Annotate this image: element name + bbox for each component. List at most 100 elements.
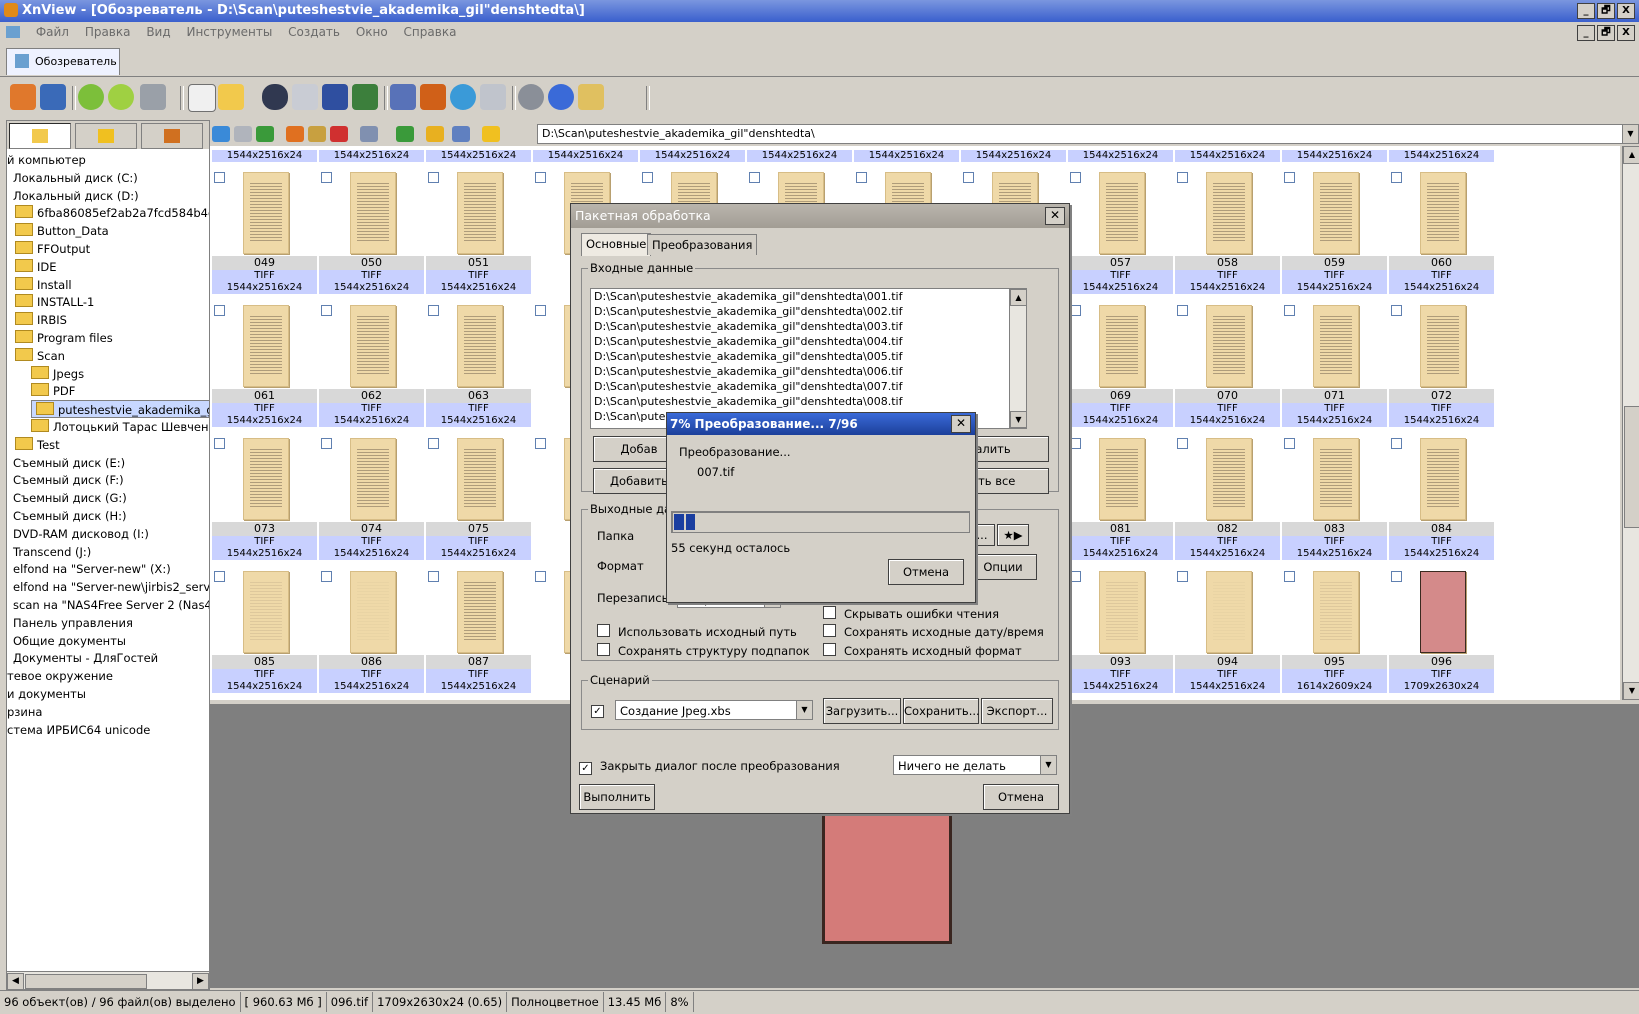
mdi-restore-button[interactable]: 🗗 bbox=[1597, 25, 1615, 41]
thumb-checkbox[interactable] bbox=[428, 571, 439, 582]
edit-note-icon[interactable] bbox=[578, 84, 604, 110]
thumb-checkbox[interactable] bbox=[1177, 305, 1188, 316]
thumbnail-item[interactable]: 093 TIFF 1544x2516x24 bbox=[1068, 567, 1173, 700]
settings-gear-icon[interactable] bbox=[518, 84, 544, 110]
thumbnail-item[interactable]: 063 TIFF 1544x2516x24 bbox=[426, 301, 531, 434]
info-icon[interactable] bbox=[548, 84, 574, 110]
scroll-up-arrow-icon[interactable]: ▲ bbox=[1623, 146, 1639, 164]
thumb-checkbox[interactable] bbox=[1177, 172, 1188, 183]
thumbnail-item[interactable]: 069 TIFF 1544x2516x24 bbox=[1068, 301, 1173, 434]
thumbnail-item[interactable]: 084 TIFF 1544x2516x24 bbox=[1389, 434, 1494, 567]
menu-create[interactable]: Создать bbox=[288, 25, 340, 39]
tree-item[interactable]: elfond на "Server-new\jirbis2_server\h bbox=[13, 578, 209, 596]
thumbnail-item[interactable]: 096 TIFF 1709x2630x24 bbox=[1389, 567, 1494, 700]
thumb-checkbox[interactable] bbox=[1070, 571, 1081, 582]
thumb-checkbox[interactable] bbox=[214, 305, 225, 316]
cancel-button[interactable]: Отмена bbox=[983, 784, 1059, 810]
tree-item[interactable]: IDE bbox=[15, 258, 57, 276]
thumbnail-item[interactable]: 060 TIFF 1544x2516x24 bbox=[1389, 168, 1494, 301]
menu-file[interactable]: Файл bbox=[36, 25, 69, 39]
file-list-item[interactable]: D:\Scan\puteshestvie_akademika_gil"densh… bbox=[591, 319, 1026, 334]
options-button[interactable]: Опции bbox=[969, 554, 1037, 580]
tree-item[interactable]: INSTALL-1 bbox=[15, 293, 94, 311]
contact-sheet-icon[interactable] bbox=[480, 84, 506, 110]
menu-tools[interactable]: Инструменты bbox=[186, 25, 272, 39]
thumb-checkbox[interactable] bbox=[428, 172, 439, 183]
scroll-up-arrow-icon[interactable]: ▲ bbox=[1010, 289, 1027, 306]
thumb-checkbox[interactable] bbox=[642, 172, 653, 183]
thumb-checkbox[interactable] bbox=[214, 438, 225, 449]
run-button[interactable]: Выполнить bbox=[579, 784, 655, 810]
thumb-checkbox[interactable] bbox=[1284, 571, 1295, 582]
thumbnail-item[interactable]: 095 TIFF 1614x2609x24 bbox=[1282, 567, 1387, 700]
tree-item[interactable]: й компьютер bbox=[7, 151, 86, 169]
thumb-checkbox[interactable] bbox=[321, 571, 332, 582]
tree-item[interactable]: Scan bbox=[15, 347, 65, 365]
thumb-checkbox[interactable] bbox=[321, 438, 332, 449]
thumbnail-item[interactable]: 073 TIFF 1544x2516x24 bbox=[212, 434, 317, 567]
tree-item[interactable]: Локальный диск (D:) bbox=[13, 187, 139, 205]
thumbnail-item[interactable]: 086 TIFF 1544x2516x24 bbox=[319, 567, 424, 700]
hide-errors-checkbox[interactable]: Скрывать ошибки чтения bbox=[823, 606, 999, 621]
thumb-checkbox[interactable] bbox=[428, 305, 439, 316]
thumb-checkbox[interactable] bbox=[856, 172, 867, 183]
fullscreen-icon[interactable] bbox=[10, 84, 36, 110]
capture-icon[interactable] bbox=[390, 84, 416, 110]
thumbnail-item[interactable]: 049 TIFF 1544x2516x24 bbox=[212, 168, 317, 301]
folder-favorites-button[interactable]: ★▶ bbox=[997, 524, 1029, 546]
tree-item[interactable]: elfond на "Server-new" (X:) bbox=[13, 560, 171, 578]
sort-icon[interactable] bbox=[396, 126, 414, 142]
tab-favorites[interactable] bbox=[75, 123, 137, 149]
thumb-checkbox[interactable] bbox=[428, 438, 439, 449]
scroll-left-arrow-icon[interactable]: ◀ bbox=[7, 973, 24, 990]
thumbnail-item[interactable]: 085 TIFF 1544x2516x24 bbox=[212, 567, 317, 700]
tree-horizontal-scrollbar[interactable]: ◀ ▶ bbox=[7, 971, 209, 990]
thumb-checkbox[interactable] bbox=[321, 172, 332, 183]
up-folder-icon[interactable] bbox=[256, 126, 274, 142]
restore-button[interactable]: 🗗 bbox=[1597, 3, 1615, 19]
thumb-checkbox[interactable] bbox=[535, 305, 546, 316]
thumb-checkbox[interactable] bbox=[535, 571, 546, 582]
thumb-checkbox[interactable] bbox=[1284, 172, 1295, 183]
load-scenario-button[interactable]: Загрузить... bbox=[823, 698, 901, 724]
menu-window[interactable]: Окно bbox=[356, 25, 388, 39]
file-list-item[interactable]: D:\Scan\puteshestvie_akademika_gil"densh… bbox=[591, 304, 1026, 319]
tree-item[interactable]: Съемный диск (G:) bbox=[13, 489, 127, 507]
tree-item[interactable]: Лотоцький Тарас Шевченко bbox=[31, 418, 209, 436]
after-action-select[interactable]: Ничего не делать ▼ bbox=[893, 755, 1057, 775]
tree-item[interactable]: Test bbox=[15, 436, 60, 454]
tree-item[interactable]: Съемный диск (F:) bbox=[13, 471, 124, 489]
tree-item[interactable]: Install bbox=[15, 276, 72, 294]
thumb-checkbox[interactable] bbox=[1391, 438, 1402, 449]
thumbnail-item[interactable]: 057 TIFF 1544x2516x24 bbox=[1068, 168, 1173, 301]
progress-close-icon[interactable]: ✕ bbox=[951, 415, 971, 433]
tree-item[interactable]: puteshestvie_akademika_gil"de bbox=[31, 400, 209, 419]
rotate-left-icon[interactable] bbox=[78, 84, 104, 110]
new-folder-icon[interactable] bbox=[286, 126, 304, 142]
scroll-thumb[interactable] bbox=[25, 974, 147, 989]
thumbnail-item[interactable]: 087 TIFF 1544x2516x24 bbox=[426, 567, 531, 700]
rename-icon[interactable] bbox=[308, 126, 326, 142]
grid-scroll-thumb[interactable] bbox=[1624, 406, 1639, 528]
thumb-checkbox[interactable] bbox=[1391, 571, 1402, 582]
slideshow-icon[interactable] bbox=[352, 84, 378, 110]
open-folder-icon[interactable] bbox=[218, 84, 244, 110]
thumbnail-item[interactable]: 070 TIFF 1544x2516x24 bbox=[1175, 301, 1280, 434]
input-file-list[interactable]: D:\Scan\puteshestvie_akademika_gil"densh… bbox=[590, 288, 1027, 429]
thumb-checkbox[interactable] bbox=[1070, 172, 1081, 183]
thumb-checkbox[interactable] bbox=[321, 305, 332, 316]
refresh-icon[interactable] bbox=[452, 126, 470, 142]
save-scenario-button[interactable]: Сохранить... bbox=[903, 698, 980, 724]
thumbnail-item[interactable]: 059 TIFF 1544x2516x24 bbox=[1282, 168, 1387, 301]
thumbnail-item[interactable]: 061 TIFF 1544x2516x24 bbox=[212, 301, 317, 434]
grid-vertical-scrollbar[interactable]: ▲ ▼ bbox=[1622, 146, 1639, 700]
tree-item[interactable]: Съемный диск (H:) bbox=[13, 507, 126, 525]
thumb-checkbox[interactable] bbox=[749, 172, 760, 183]
forward-arrow-icon[interactable] bbox=[234, 126, 252, 142]
menu-view[interactable]: Вид bbox=[146, 25, 170, 39]
thumb-checkbox[interactable] bbox=[1177, 438, 1188, 449]
minimize-button[interactable]: _ bbox=[1577, 3, 1595, 19]
scroll-down-arrow-icon[interactable]: ▼ bbox=[1010, 411, 1027, 428]
fit-window-icon[interactable] bbox=[40, 84, 66, 110]
tab-basic[interactable]: Основные bbox=[581, 233, 652, 256]
